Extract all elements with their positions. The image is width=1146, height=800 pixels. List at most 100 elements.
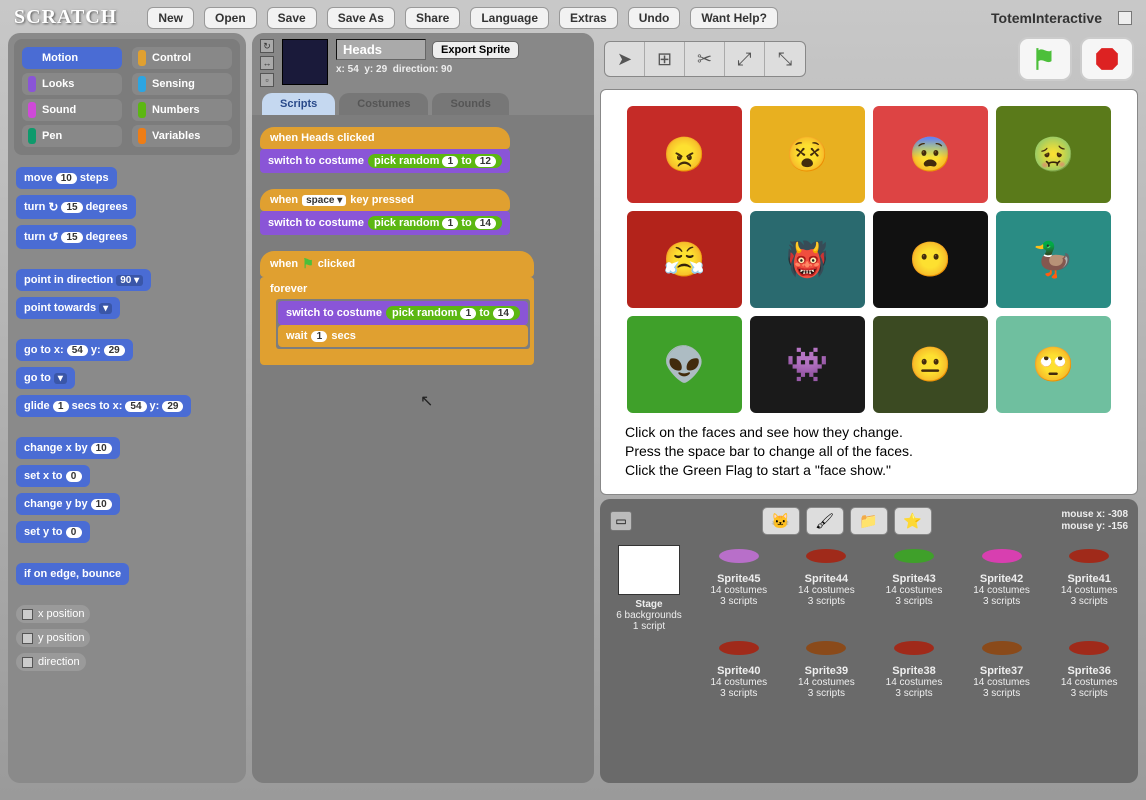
block-set-x[interactable]: set x to0 <box>16 465 90 487</box>
reporter-direction[interactable]: direction <box>16 653 86 671</box>
reporter-x-position[interactable]: x position <box>16 605 90 623</box>
face-sprite[interactable]: 😤 <box>627 211 742 308</box>
sprite-list-item[interactable]: Sprite4514 costumes3 scripts <box>696 541 782 631</box>
block-bounce[interactable]: if on edge, bounce <box>16 563 129 585</box>
category-control[interactable]: Control <box>132 47 232 69</box>
menu-extras[interactable]: Extras <box>559 7 618 29</box>
face-sprite[interactable]: 🙄 <box>996 316 1111 413</box>
block-forever[interactable]: forever switch to costumepick random1to1… <box>260 277 534 365</box>
block-switch-costume[interactable]: switch to costumepick random1to12 <box>260 149 510 173</box>
green-flag-button[interactable] <box>1018 37 1072 81</box>
sprite-list-item[interactable]: Sprite3714 costumes3 scripts <box>959 633 1045 723</box>
block-wait[interactable]: wait1secs <box>278 325 528 347</box>
category-motion[interactable]: Motion <box>22 47 122 69</box>
block-point-direction[interactable]: point in direction90 ▾ <box>16 269 151 291</box>
menu-save[interactable]: Save <box>267 7 317 29</box>
stop-button[interactable] <box>1080 37 1134 81</box>
block-turn-cw[interactable]: turn↻15degrees <box>16 195 136 219</box>
presentation-mode-icon[interactable]: ▭ <box>610 511 632 531</box>
paint-new-sprite-icon[interactable]: 🐱 <box>762 507 800 535</box>
hat-when-clicked[interactable]: when Heads clicked <box>260 127 510 149</box>
sprite-list-item[interactable]: Sprite4314 costumes3 scripts <box>871 541 957 631</box>
checkbox-icon[interactable] <box>22 657 33 668</box>
menu-open[interactable]: Open <box>204 7 257 29</box>
reporter-y-position[interactable]: y position <box>16 629 90 647</box>
menu-undo[interactable]: Undo <box>628 7 681 29</box>
pointer-tool-icon[interactable]: ➤ <box>605 42 645 76</box>
scissors-tool-icon[interactable]: ✂ <box>685 42 725 76</box>
sprite-list-item[interactable]: Sprite3814 costumes3 scripts <box>871 633 957 723</box>
face-sprite[interactable]: 😨 <box>873 106 988 203</box>
op-pick-random[interactable]: pick random1to14 <box>368 216 502 230</box>
face-sprite[interactable]: 😠 <box>627 106 742 203</box>
rotate-style-full-icon[interactable]: ↻ <box>260 39 274 53</box>
hat-when-flag-clicked[interactable]: when⚑clicked <box>260 251 534 277</box>
menu-help[interactable]: Want Help? <box>690 7 778 29</box>
face-sprite[interactable]: 😐 <box>873 316 988 413</box>
script-stack-2[interactable]: whenspace ▾key pressed switch to costume… <box>260 189 510 235</box>
script-area[interactable]: when Heads clicked switch to costumepick… <box>252 115 594 783</box>
rotate-ccw-icon: ↺ <box>48 230 58 244</box>
menu-share[interactable]: Share <box>405 7 460 29</box>
tab-scripts[interactable]: Scripts <box>262 93 335 115</box>
hat-when-key-pressed[interactable]: whenspace ▾key pressed <box>260 189 510 211</box>
block-point-towards[interactable]: point towards▾ <box>16 297 120 319</box>
sprite-list-item[interactable]: Sprite4114 costumes3 scripts <box>1046 541 1132 631</box>
sprite-list-item[interactable]: Sprite3914 costumes3 scripts <box>784 633 870 723</box>
menu-save-as[interactable]: Save As <box>327 7 395 29</box>
surprise-sprite-icon[interactable]: ⭐ <box>894 507 932 535</box>
sprite-list-item[interactable]: Sprite3614 costumes3 scripts <box>1046 633 1132 723</box>
shrink-tool-icon[interactable]: ⤡ <box>765 42 805 76</box>
sprite-list-item[interactable]: Sprite4214 costumes3 scripts <box>959 541 1045 631</box>
op-pick-random[interactable]: pick random1to14 <box>386 306 520 320</box>
sprite-list-item[interactable]: Sprite4414 costumes3 scripts <box>784 541 870 631</box>
block-goto[interactable]: go to▾ <box>16 367 75 389</box>
export-sprite-button[interactable]: Export Sprite <box>432 41 519 59</box>
block-switch-costume[interactable]: switch to costumepick random1to14 <box>260 211 510 235</box>
sprite-name-input[interactable] <box>336 39 426 60</box>
block-glide[interactable]: glide1secs to x:54y:29 <box>16 395 191 417</box>
checkbox-icon[interactable] <box>22 633 33 644</box>
face-sprite[interactable]: 🤢 <box>996 106 1111 203</box>
tab-costumes[interactable]: Costumes <box>339 93 428 115</box>
category-variables[interactable]: Variables <box>132 125 232 147</box>
script-stack-3[interactable]: when⚑clicked forever switch to costumepi… <box>260 251 534 365</box>
grow-tool-icon[interactable]: ⤢ <box>725 42 765 76</box>
block-turn-ccw[interactable]: turn↺15degrees <box>16 225 136 249</box>
face-sprite[interactable]: 🦆 <box>996 211 1111 308</box>
face-sprite[interactable]: 👾 <box>750 316 865 413</box>
stage[interactable]: 😠😵😨🤢😤👹😶🦆👽👾😐🙄 Click on the faces and see … <box>600 89 1138 495</box>
stamp-tool-icon[interactable]: ⊞ <box>645 42 685 76</box>
user-menu-icon[interactable] <box>1118 11 1132 25</box>
stage-thumbnail <box>618 545 680 595</box>
op-pick-random[interactable]: pick random1to12 <box>368 154 502 168</box>
block-goto-xy[interactable]: go to x:54y:29 <box>16 339 133 361</box>
sprite-list-item[interactable]: Sprite4014 costumes3 scripts <box>696 633 782 723</box>
block-switch-costume[interactable]: switch to costumepick random1to14 <box>278 301 528 325</box>
block-set-y[interactable]: set y to0 <box>16 521 90 543</box>
rotate-style-flip-icon[interactable]: ↔ <box>260 56 274 70</box>
choose-sprite-folder-icon[interactable]: 📁 <box>850 507 888 535</box>
key-dropdown[interactable]: space ▾ <box>302 195 346 206</box>
category-looks[interactable]: Looks <box>22 73 122 95</box>
category-numbers[interactable]: Numbers <box>132 99 232 121</box>
face-sprite[interactable]: 👹 <box>750 211 865 308</box>
block-change-x[interactable]: change x by10 <box>16 437 120 459</box>
face-sprite[interactable]: 😶 <box>873 211 988 308</box>
script-stack-1[interactable]: when Heads clicked switch to costumepick… <box>260 127 510 173</box>
block-move-steps[interactable]: move10steps <box>16 167 117 189</box>
category-pen[interactable]: Pen <box>22 125 122 147</box>
menu-new[interactable]: New <box>147 7 194 29</box>
rotate-style-none-icon[interactable]: ▫ <box>260 73 274 87</box>
checkbox-icon[interactable] <box>22 609 33 620</box>
stage-thumbnail-item[interactable]: Stage 6 backgrounds 1 script <box>606 541 692 777</box>
face-sprite[interactable]: 😵 <box>750 106 865 203</box>
category-sensing[interactable]: Sensing <box>132 73 232 95</box>
tab-sounds[interactable]: Sounds <box>432 93 508 115</box>
block-change-y[interactable]: change y by10 <box>16 493 120 515</box>
sprite-thumb <box>1062 633 1116 663</box>
menu-language[interactable]: Language <box>470 7 549 29</box>
category-sound[interactable]: Sound <box>22 99 122 121</box>
new-sprite-brush-icon[interactable]: 🖌 <box>806 507 844 535</box>
face-sprite[interactable]: 👽 <box>627 316 742 413</box>
